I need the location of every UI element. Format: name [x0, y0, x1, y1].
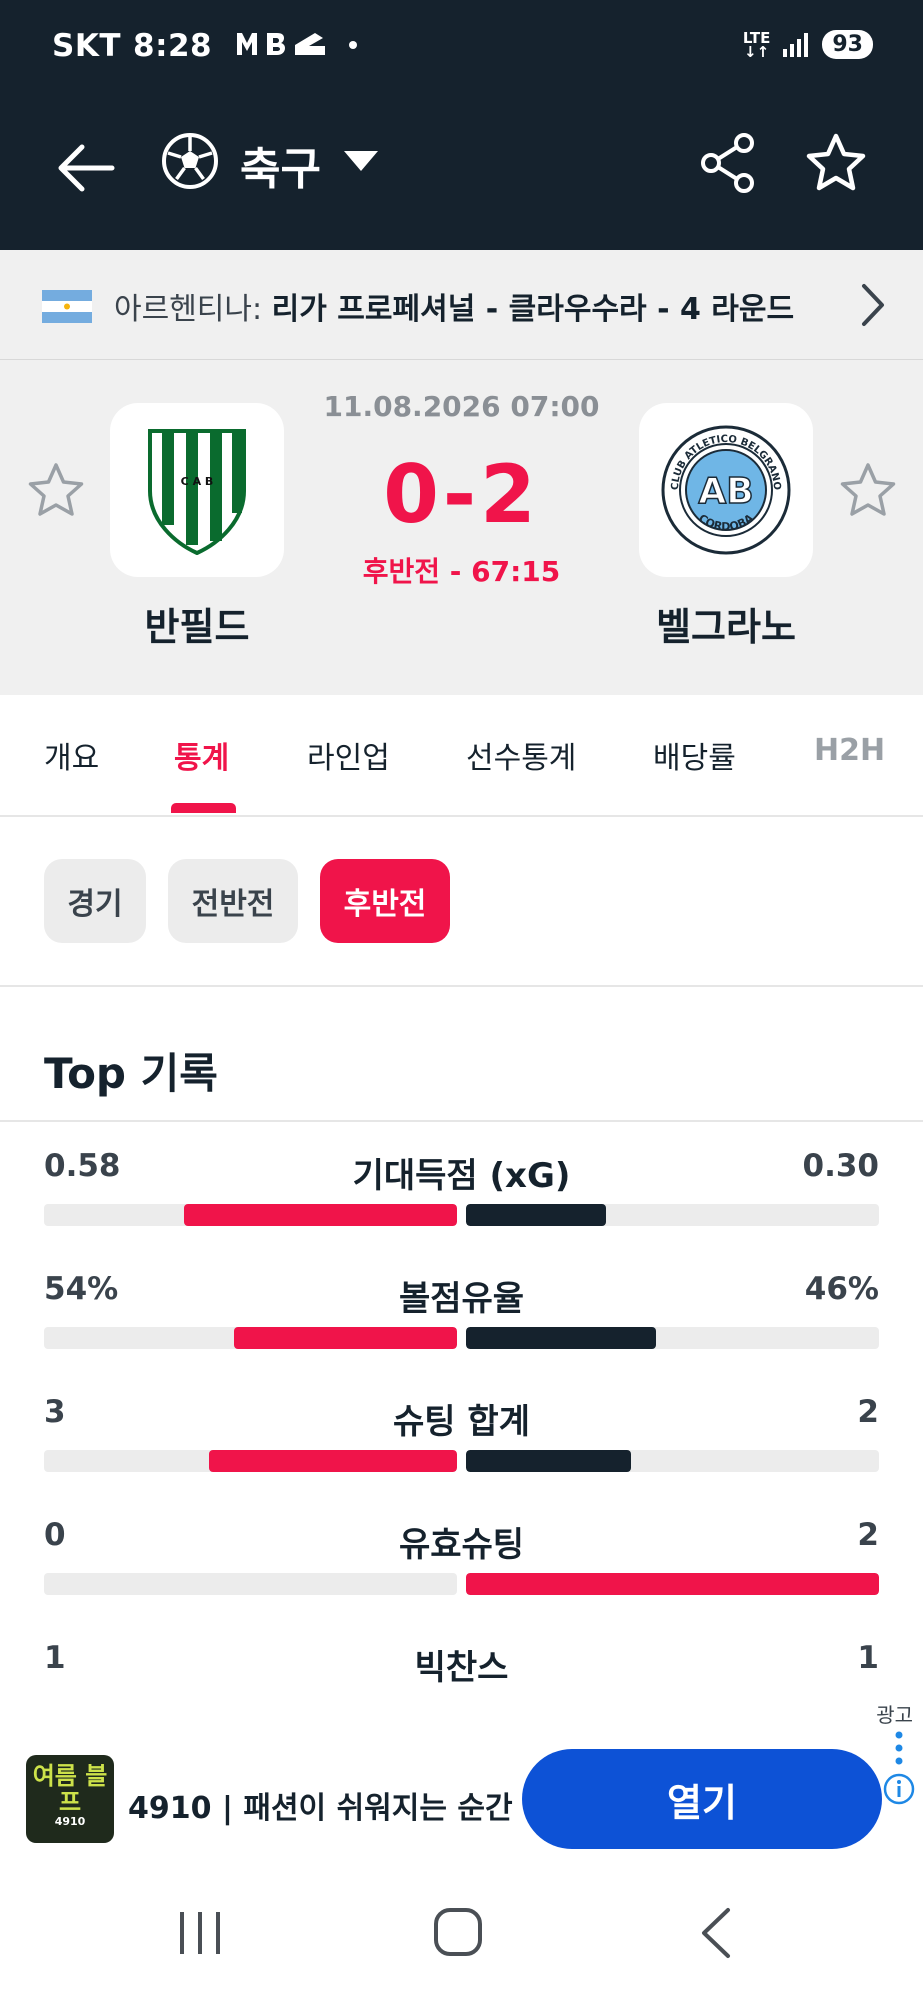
period-filter: 경기 전반전 후반전: [0, 817, 923, 987]
match-header: C A B 반필드 11.08.2026 07:00 0-2 후반전 - 67:…: [0, 360, 923, 695]
belgrano-crest-icon: CLUB ATLETICO BELGRANO CORDOBA AB: [661, 425, 791, 555]
back-arrow-icon[interactable]: [52, 133, 122, 203]
section-title: Top 기록: [44, 1049, 218, 1098]
system-back-icon[interactable]: [696, 1906, 736, 1960]
league-country: 아르헨티나:: [114, 292, 263, 327]
stat-away-bar-track: [466, 1573, 879, 1595]
clock: 8:28: [133, 28, 213, 64]
top-app-bar: 축구: [0, 95, 923, 250]
ad-logo-text: 여름 블프: [32, 1762, 108, 1816]
filter-second-half[interactable]: 후반전: [320, 859, 450, 943]
filter-first-half[interactable]: 전반전: [168, 859, 298, 943]
chevron-right-icon[interactable]: [858, 280, 888, 330]
tab-odds[interactable]: 배당률: [653, 733, 736, 777]
share-icon[interactable]: [700, 133, 756, 193]
active-tab-indicator: [171, 803, 236, 813]
stat-label: 슈팅 합계: [393, 1402, 530, 1442]
stat-away-bar: [466, 1204, 607, 1226]
stat-away-bar-track: [466, 1327, 879, 1349]
stat-label: 기대득점 (xG): [352, 1156, 571, 1196]
argentina-flag-icon: [42, 290, 92, 323]
tab-stats[interactable]: 통계: [174, 733, 229, 777]
status-left: SKT 8:28: [52, 28, 385, 64]
section-divider: [0, 1120, 923, 1122]
stat-label: 유효슈팅: [398, 1525, 525, 1565]
stat-away-value: 46%: [804, 1271, 879, 1307]
stat-away-bar-track: [466, 1204, 879, 1226]
soccer-ball-icon[interactable]: [160, 131, 220, 191]
battery-indicator: 93: [822, 30, 873, 59]
stat-label: 빅찬스: [414, 1648, 509, 1688]
stat-home-bar-track: [44, 1573, 457, 1595]
stat-home-bar-track: [44, 1204, 457, 1226]
stat-away-value: 2: [857, 1517, 879, 1553]
ad-headline: 4910 | 패션이 쉬워지는 순간: [128, 1791, 513, 1826]
sport-title[interactable]: 축구: [240, 133, 321, 197]
ad-app-logo: 여름 블프 4910: [26, 1755, 114, 1843]
stat-away-bar: [466, 1450, 632, 1472]
stat-row: 0.58 기대득점 (xG) 0.30: [44, 1148, 879, 1268]
stat-home-bar: [184, 1204, 457, 1226]
tab-h2h[interactable]: H2H: [814, 733, 885, 768]
away-team-crest[interactable]: CLUB ATLETICO BELGRANO CORDOBA AB: [639, 403, 813, 577]
stat-away-value: 1: [857, 1640, 879, 1676]
stat-label: 볼점유율: [398, 1279, 525, 1319]
system-nav-bar: [0, 1870, 923, 2000]
status-bar: SKT 8:28 LTE ↓↑ 93: [0, 0, 923, 95]
filter-match[interactable]: 경기: [44, 859, 146, 943]
status-right: LTE ↓↑ 93: [743, 30, 873, 59]
ad-label: 광고: [876, 1703, 913, 1727]
stat-row: 3 슈팅 합계 2: [44, 1394, 879, 1514]
signal-icon: [783, 32, 809, 57]
ad-banner[interactable]: 광고 여름 블프 4910 4910 | 패션이 쉬워지는 순간 열기: [0, 1695, 923, 1870]
away-crest-letters: AB: [698, 471, 753, 512]
away-team-name[interactable]: 벨그라노: [606, 596, 846, 651]
stat-row: 0 유효슈팅 2: [44, 1517, 879, 1637]
stat-away-bar-track: [466, 1450, 879, 1472]
stat-home-bar: [233, 1327, 457, 1349]
stat-home-bar: [209, 1450, 457, 1472]
favorite-star-icon[interactable]: [804, 131, 868, 195]
info-icon[interactable]: [883, 1773, 915, 1805]
stat-away-bar: [466, 1327, 656, 1349]
stat-away-bar: [466, 1573, 879, 1595]
home-team-name[interactable]: 반필드: [77, 596, 317, 651]
league-breadcrumb[interactable]: 아르헨티나: 리가 프로페셔널 - 클라우수라 - 4 라운드: [0, 250, 923, 360]
data-arrows-icon: ↓↑: [744, 42, 770, 61]
stat-home-bar-track: [44, 1450, 457, 1472]
ad-logo-sub: 4910: [54, 1815, 86, 1828]
tab-overview[interactable]: 개요: [44, 733, 99, 777]
league-name: 아르헨티나: 리가 프로페셔널 - 클라우수라 - 4 라운드: [114, 284, 794, 328]
more-options-icon[interactable]: [895, 1731, 903, 1765]
match-tabs: 개요 통계 라인업 선수통계 배당률 H2H: [0, 695, 923, 817]
stat-row: 54% 볼점유율 46%: [44, 1271, 879, 1391]
home-icon[interactable]: [432, 1906, 484, 1958]
stat-away-value: 0.30: [802, 1148, 880, 1184]
ad-open-button[interactable]: 열기: [522, 1749, 882, 1849]
carrier: SKT: [52, 28, 121, 64]
stat-home-bar-track: [44, 1327, 457, 1349]
recent-apps-icon[interactable]: [176, 1908, 224, 1958]
dropdown-caret-icon[interactable]: [344, 151, 378, 171]
league-competition: 리가 프로페셔널 - 클라우수라 - 4 라운드: [271, 292, 795, 327]
tab-player-stats[interactable]: 선수통계: [466, 733, 576, 777]
away-favorite-star-icon[interactable]: [838, 460, 898, 520]
notification-icons: [237, 33, 358, 55]
tab-lineups[interactable]: 라인업: [307, 733, 390, 777]
stat-away-value: 2: [857, 1394, 879, 1430]
network-indicator: LTE ↓↑: [743, 30, 771, 61]
